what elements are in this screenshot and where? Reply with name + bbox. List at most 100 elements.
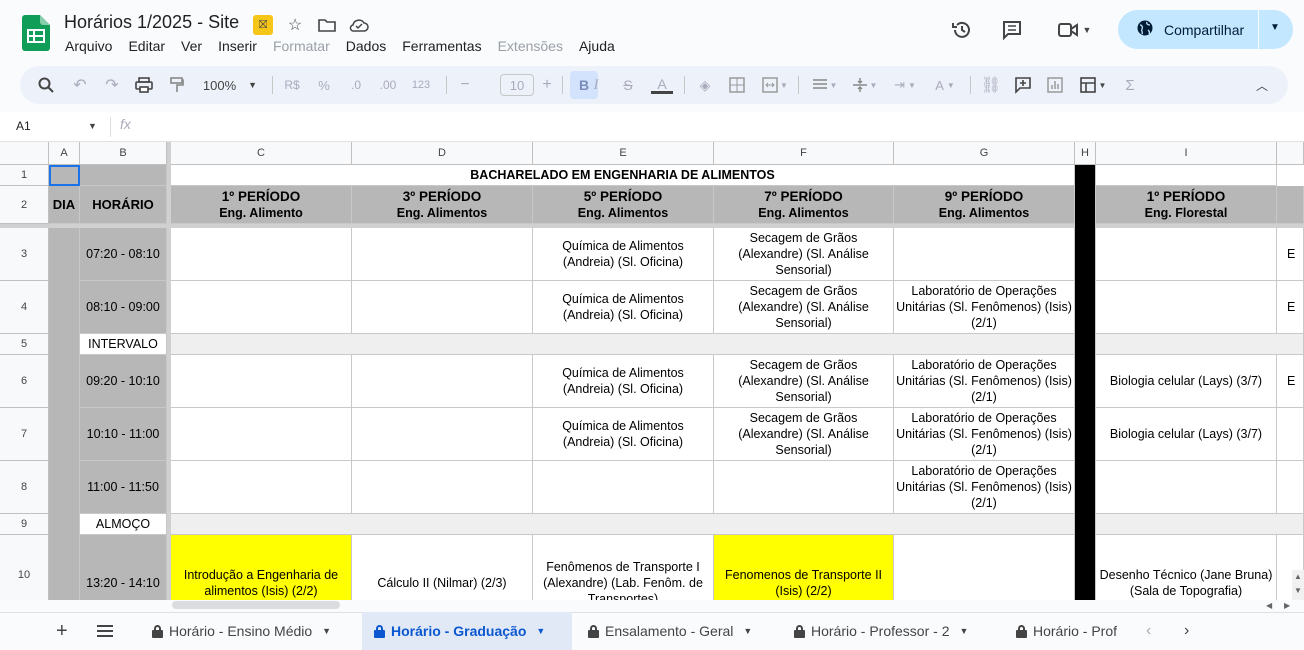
class-cell[interactable]: Laboratório de Operações Unitárias (Sl. …	[894, 355, 1075, 408]
class-cell[interactable]: Secagem de Grãos (Alexandre) (Sl. Anális…	[714, 228, 894, 281]
menu-dados[interactable]: Dados	[346, 38, 386, 54]
row-header-1[interactable]: 1	[0, 165, 49, 186]
star-icon[interactable]: ☆	[284, 14, 306, 36]
row-header-8[interactable]: 8	[0, 461, 49, 514]
horario-header[interactable]: HORÁRIO	[80, 186, 167, 224]
time-cell[interactable]: 08:10 - 09:00	[80, 281, 167, 334]
class-cell-partial[interactable]: E	[1277, 281, 1304, 334]
column-header-c[interactable]: C	[171, 142, 352, 165]
tab-menu-icon[interactable]: ▼	[959, 626, 968, 636]
class-cell[interactable]: Biologia celular (Lays) (3/7)	[1096, 408, 1277, 461]
class-cell-highlight[interactable]: Introdução a Engenharia de alimentos (Is…	[171, 535, 352, 600]
day-column-merged[interactable]	[49, 228, 80, 600]
increase-font-size-icon[interactable]: +	[538, 74, 556, 96]
tab-menu-icon[interactable]: ▼	[743, 626, 752, 636]
cell-i1[interactable]	[1096, 165, 1277, 186]
class-cell[interactable]	[352, 281, 533, 334]
period-header-f[interactable]: 7º PERÍODO Eng. Alimentos	[714, 186, 894, 224]
row-header-3[interactable]: 3	[0, 228, 49, 281]
sheet-tab[interactable]: Horário - Professor - 2 ▼	[782, 612, 980, 650]
share-button[interactable]: Compartilhar ▼	[1118, 10, 1293, 49]
align-horizontal-icon[interactable]: ▼	[808, 74, 842, 96]
class-cell[interactable]	[533, 461, 714, 514]
class-cell[interactable]: Secagem de Grãos (Alexandre) (Sl. Anális…	[714, 281, 894, 334]
break-row[interactable]	[1096, 334, 1304, 355]
tab-menu-icon[interactable]: ▼	[322, 626, 331, 636]
functions-icon[interactable]: Σ	[1120, 74, 1140, 96]
sheets-logo-icon[interactable]	[22, 15, 50, 51]
class-cell[interactable]: Química de Alimentos (Andreia) (Sl. Ofic…	[533, 281, 714, 334]
class-cell[interactable]: Secagem de Grãos (Alexandre) (Sl. Anális…	[714, 408, 894, 461]
class-cell[interactable]	[171, 228, 352, 281]
class-cell[interactable]: Secagem de Grãos (Alexandre) (Sl. Anális…	[714, 355, 894, 408]
class-cell[interactable]: Laboratório de Operações Unitárias (Sl. …	[894, 408, 1075, 461]
lunch-row[interactable]	[1096, 514, 1304, 535]
column-header-i[interactable]: I	[1096, 142, 1277, 165]
time-cell[interactable]: 11:00 - 11:50	[80, 461, 167, 514]
align-vertical-icon[interactable]: ▼	[848, 74, 882, 96]
scroll-left-arrow-icon[interactable]: ◀	[1266, 601, 1272, 610]
class-cell[interactable]: Química de Alimentos (Andreia) (Sl. Ofic…	[533, 355, 714, 408]
row-header-9[interactable]: 9	[0, 514, 49, 535]
text-color-icon[interactable]: A	[650, 74, 674, 96]
text-rotation-icon[interactable]: A ▼	[928, 74, 962, 96]
no-sync-icon[interactable]: ⛝	[253, 15, 273, 35]
cloud-saved-icon[interactable]	[348, 14, 370, 36]
folder-icon[interactable]	[316, 14, 338, 36]
sheet-tab[interactable]: Ensalamento - Geral ▼	[576, 612, 764, 650]
class-cell[interactable]	[171, 461, 352, 514]
horizontal-scrollbar[interactable]	[172, 601, 340, 609]
time-cell[interactable]: 07:20 - 08:10	[80, 228, 167, 281]
version-history-icon[interactable]	[950, 18, 974, 42]
row-header-10[interactable]: 10	[0, 535, 49, 600]
class-cell[interactable]: Química de Alimentos (Andreia) (Sl. Ofic…	[533, 228, 714, 281]
break-row[interactable]	[171, 334, 1075, 355]
banner-title[interactable]: BACHARELADO EM ENGENHARIA DE ALIMENTOS	[171, 165, 1075, 186]
class-cell[interactable]	[1096, 228, 1277, 281]
meet-video-icon[interactable]: ▼	[1054, 18, 1094, 42]
class-cell[interactable]	[1096, 281, 1277, 334]
all-sheets-icon[interactable]	[96, 624, 114, 643]
menu-ajuda[interactable]: Ajuda	[579, 38, 615, 54]
class-cell[interactable]: Cálculo II (Nilmar) (2/3)	[352, 535, 533, 600]
insert-chart-icon[interactable]	[1044, 74, 1066, 96]
time-cell-almoco[interactable]: ALMOÇO	[80, 514, 167, 535]
font-size-input[interactable]: 10	[500, 74, 534, 96]
document-title[interactable]: Horários 1/2025 - Site	[64, 12, 239, 33]
class-cell[interactable]	[352, 228, 533, 281]
column-header-h[interactable]: H	[1075, 142, 1096, 165]
class-cell[interactable]: Desenho Técnico (Jane Bruna) (Sala de To…	[1096, 535, 1277, 600]
time-cell[interactable]: 13:20 - 14:10	[80, 535, 167, 600]
text-wrapping-icon[interactable]: ⇥ ▼	[888, 74, 922, 96]
column-header-f[interactable]: F	[714, 142, 894, 165]
period-header-e[interactable]: 5º PERÍODO Eng. Alimentos	[533, 186, 714, 224]
class-cell[interactable]	[171, 355, 352, 408]
class-cell-partial[interactable]: E	[1277, 355, 1304, 408]
period-header-i[interactable]: 1º PERÍODO Eng. Florestal	[1096, 186, 1277, 224]
menu-ver[interactable]: Ver	[181, 38, 202, 54]
currency-format-button[interactable]: R$	[282, 74, 302, 96]
paint-format-icon[interactable]	[166, 74, 188, 96]
class-cell[interactable]: Laboratório de Operações Unitárias (Sl. …	[894, 461, 1075, 514]
column-header-d[interactable]: D	[352, 142, 533, 165]
sheet-tab[interactable]: Horário - Ensino Médio ▼	[140, 612, 343, 650]
insert-comment-icon[interactable]	[1012, 74, 1034, 96]
fill-color-icon[interactable]: ◈	[694, 74, 716, 96]
insert-link-icon[interactable]: ⛓	[980, 74, 1002, 96]
class-cell[interactable]: Biologia celular (Lays) (3/7)	[1096, 355, 1277, 408]
menu-inserir[interactable]: Inserir	[218, 38, 257, 54]
more-formats-button[interactable]: 123	[408, 74, 434, 96]
row-header-7[interactable]: 7	[0, 408, 49, 461]
name-box[interactable]: A1	[16, 119, 31, 133]
class-cell[interactable]	[352, 461, 533, 514]
row-header-2[interactable]: 2	[0, 186, 49, 224]
search-menus-icon[interactable]	[36, 74, 56, 96]
scroll-right-arrow-icon[interactable]: ▶	[1284, 601, 1290, 610]
separator-column-h[interactable]	[1075, 165, 1096, 600]
class-cell[interactable]	[352, 355, 533, 408]
cell-b1[interactable]	[80, 165, 167, 186]
class-cell[interactable]	[894, 228, 1075, 281]
menu-editar[interactable]: Editar	[128, 38, 165, 54]
sheet-tab-active[interactable]: Horário - Graduação ▼	[362, 612, 572, 650]
decrease-decimal-button[interactable]: .0	[344, 74, 368, 96]
